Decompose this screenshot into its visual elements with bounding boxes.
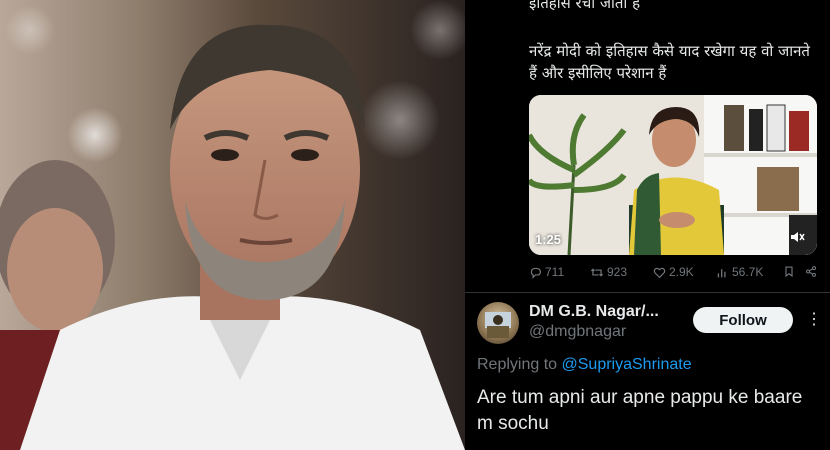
tweet-actions-bar: 711 923 2.9K 56.7K: [529, 265, 819, 283]
video-duration: 1:25: [535, 232, 562, 247]
views-icon: [717, 268, 726, 277]
reply-icon: [530, 267, 541, 279]
tweet-text-paragraph: नरेंद्र मोदी को इतिहास कैसे याद रखेगा यह…: [529, 42, 810, 82]
reply-author-handle[interactable]: @dmgbnagar: [529, 323, 626, 341]
retweet-icon: [590, 267, 604, 277]
news-photo: [0, 0, 465, 450]
bookmark-icon[interactable]: [783, 265, 795, 278]
tweet-text-top-line: इतिहास रचा जाता है: [529, 0, 641, 12]
reply-action[interactable]: 711: [529, 265, 564, 279]
video-thumbnail[interactable]: 1:25: [529, 95, 817, 255]
more-icon[interactable]: ⋮: [806, 309, 822, 329]
heart-icon: [653, 267, 666, 278]
avatar[interactable]: [477, 302, 519, 344]
share-icon[interactable]: [805, 265, 817, 278]
replying-to-line: Replying to @SupriyaShrinate: [477, 356, 692, 374]
reply-count: 711: [545, 265, 565, 279]
divider: [465, 292, 830, 293]
retweet-count: 923: [607, 265, 628, 279]
views-count: 56.7K: [732, 265, 764, 279]
replying-to-mention[interactable]: @SupriyaShrinate: [562, 356, 692, 373]
tweet-screenshot: इतिहास रचा जाता है नरेंद्र मोदी को इतिहा…: [465, 0, 830, 450]
like-count: 2.9K: [669, 265, 694, 279]
views-action[interactable]: 56.7K: [716, 265, 763, 279]
follow-button[interactable]: Follow: [693, 307, 793, 333]
reply-author-name[interactable]: DM G.B. Nagar/...: [529, 303, 659, 321]
retweet-action[interactable]: 923: [590, 265, 627, 279]
photo-illustration: [0, 0, 465, 450]
mute-icon[interactable]: [789, 229, 807, 247]
like-action[interactable]: 2.9K: [653, 265, 694, 279]
video-frame-illustration: [529, 95, 817, 255]
replying-to-prefix: Replying to: [477, 356, 562, 373]
reply-text: Are tum apni aur apne pappu ke baare m s…: [477, 387, 803, 434]
